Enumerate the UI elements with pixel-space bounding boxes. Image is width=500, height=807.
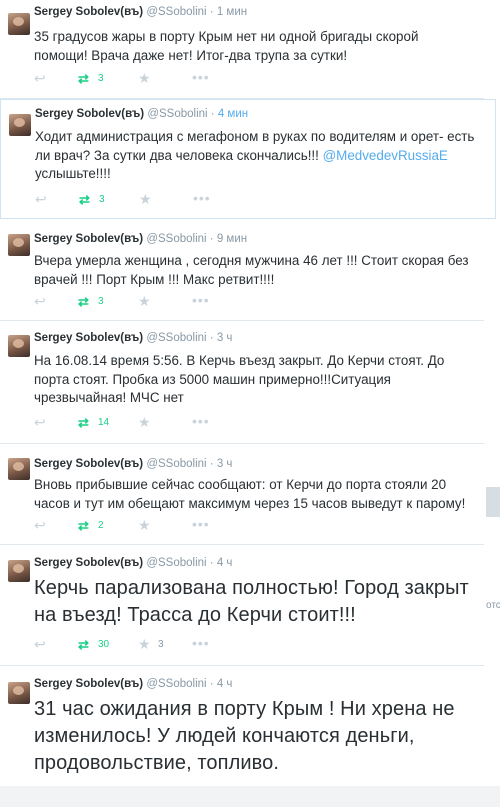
- tweet-text: Ходит администрация с мегафоном в руках …: [35, 128, 475, 184]
- tweet-header: Sergey Sobolev(въ) @SSobolini · 3 ч: [34, 458, 232, 470]
- avatar[interactable]: [8, 234, 30, 256]
- author-handle[interactable]: @SSobolini: [146, 6, 206, 18]
- more-icon[interactable]: •••: [192, 293, 210, 307]
- author-name[interactable]: Sergey Sobolev(въ): [34, 458, 143, 470]
- separator-dot: ·: [210, 108, 215, 120]
- reply-icon[interactable]: ↩: [34, 294, 48, 308]
- retweet-count: 2: [98, 520, 104, 531]
- tweet-text: Керчь парализована полностью! Город закр…: [34, 577, 469, 626]
- avatar[interactable]: [9, 114, 31, 136]
- star-icon[interactable]: ★: [139, 192, 152, 206]
- separator-dot: ·: [209, 6, 214, 18]
- timestamp[interactable]: 4 мин: [218, 108, 248, 120]
- reply-icon[interactable]: ↩: [34, 518, 48, 532]
- tweet-1[interactable]: Sergey Sobolev(въ) @SSobolini · 1 мин 35…: [0, 0, 484, 99]
- reply-icon[interactable]: ↩: [35, 192, 49, 206]
- author-name[interactable]: Sergey Sobolev(въ): [35, 108, 144, 120]
- tweet-text: Вновь прибывшие сейчас сообщают: от Керч…: [34, 477, 466, 511]
- bottom-strip: [0, 786, 500, 807]
- tweet-text: 31 час ожидания в порту Крым ! Ни хрена …: [34, 698, 455, 774]
- tweet-header: Sergey Sobolev(въ) @SSobolini · 9 мин: [34, 233, 247, 245]
- tweet-6[interactable]: Sergey Sobolev(въ) @SSobolini · 4 ч Керч…: [0, 545, 484, 666]
- more-icon[interactable]: •••: [192, 636, 210, 650]
- author-name[interactable]: Sergey Sobolev(въ): [34, 678, 143, 690]
- more-icon[interactable]: •••: [192, 414, 210, 428]
- separator-dot: ·: [209, 458, 214, 470]
- more-icon[interactable]: •••: [193, 191, 211, 205]
- retweet-count: 3: [98, 296, 104, 307]
- separator-dot: ·: [209, 332, 214, 344]
- tweet-text: Вчера умерла женщина , сегодня мужчина 4…: [34, 253, 469, 287]
- author-handle[interactable]: @SSobolini: [146, 233, 206, 245]
- mention-link[interactable]: @MedvedevRussiaE: [323, 148, 448, 163]
- tweet-text-part: услышьте!!!!: [35, 166, 111, 181]
- avatar[interactable]: [8, 458, 30, 480]
- tweet-header: Sergey Sobolev(въ) @SSobolini · 4 ч: [34, 678, 232, 690]
- author-name[interactable]: Sergey Sobolev(въ): [34, 233, 143, 245]
- star-icon[interactable]: ★: [138, 294, 151, 308]
- separator-dot: ·: [209, 233, 214, 245]
- retweet-count: 30: [98, 639, 110, 650]
- retweet-count: 3: [98, 73, 104, 84]
- star-icon[interactable]: ★: [138, 71, 151, 85]
- side-panel-edge: [486, 487, 500, 517]
- timestamp[interactable]: 4 ч: [217, 557, 233, 569]
- author-name[interactable]: Sergey Sobolev(въ): [34, 557, 143, 569]
- tweet-header: Sergey Sobolev(въ) @SSobolini · 3 ч: [34, 332, 232, 344]
- avatar[interactable]: [8, 13, 30, 35]
- author-handle[interactable]: @SSobolini: [147, 108, 207, 120]
- retweet-count: 14: [98, 417, 110, 428]
- tweet-text: На 16.08.14 время 5:56. В Керчь въезд за…: [34, 353, 445, 405]
- tweet-7[interactable]: Sergey Sobolev(въ) @SSobolini · 4 ч 31 ч…: [0, 666, 484, 786]
- timestamp[interactable]: 3 ч: [217, 332, 233, 344]
- reply-icon[interactable]: ↩: [34, 71, 48, 85]
- separator-dot: ·: [209, 557, 214, 569]
- author-handle[interactable]: @SSobolini: [146, 458, 206, 470]
- timestamp[interactable]: 3 ч: [217, 458, 233, 470]
- tweet-2[interactable]: Sergey Sobolev(въ) @SSobolini · 4 мин Хо…: [0, 99, 496, 219]
- star-icon[interactable]: ★: [138, 518, 151, 532]
- timestamp[interactable]: 9 мин: [217, 233, 247, 245]
- author-handle[interactable]: @SSobolini: [146, 332, 206, 344]
- more-icon[interactable]: •••: [192, 70, 210, 84]
- author-name[interactable]: Sergey Sobolev(въ): [34, 6, 143, 18]
- avatar[interactable]: [8, 560, 30, 582]
- author-handle[interactable]: @SSobolini: [146, 557, 206, 569]
- tweet-header: Sergey Sobolev(въ) @SSobolini · 1 мин: [34, 6, 247, 18]
- favorite-count: 3: [158, 639, 164, 650]
- reply-icon[interactable]: ↩: [34, 415, 48, 429]
- more-icon[interactable]: •••: [192, 517, 210, 531]
- tweet-4[interactable]: Sergey Sobolev(въ) @SSobolini · 3 ч На 1…: [0, 321, 484, 444]
- retweet-icon[interactable]: ⇄: [78, 519, 89, 532]
- retweet-icon[interactable]: ⇄: [78, 638, 89, 651]
- timestamp[interactable]: 4 ч: [217, 678, 233, 690]
- tweet-header: Sergey Sobolev(въ) @SSobolini · 4 мин: [35, 108, 248, 120]
- avatar[interactable]: [8, 335, 30, 357]
- tweet-header: Sergey Sobolev(въ) @SSobolini · 4 ч: [34, 557, 232, 569]
- retweet-icon[interactable]: ⇄: [78, 295, 89, 308]
- tweet-text: 35 градусов жары в порту Крым нет ни одн…: [34, 29, 419, 63]
- retweet-icon[interactable]: ⇄: [79, 193, 90, 206]
- star-icon[interactable]: ★: [138, 415, 151, 429]
- author-handle[interactable]: @SSobolini: [146, 678, 206, 690]
- retweet-icon[interactable]: ⇄: [78, 416, 89, 429]
- retweet-count: 3: [99, 194, 105, 205]
- tweet-3[interactable]: Sergey Sobolev(въ) @SSobolini · 9 мин Вч…: [0, 224, 484, 321]
- reply-icon[interactable]: ↩: [34, 637, 48, 651]
- side-panel-text: отс: [486, 600, 500, 611]
- timestamp[interactable]: 1 мин: [217, 6, 247, 18]
- avatar[interactable]: [8, 682, 30, 704]
- tweet-5[interactable]: Sergey Sobolev(въ) @SSobolini · 3 ч Внов…: [0, 444, 484, 545]
- separator-dot: ·: [209, 678, 214, 690]
- retweet-icon[interactable]: ⇄: [78, 72, 89, 85]
- star-icon[interactable]: ★: [138, 637, 151, 651]
- author-name[interactable]: Sergey Sobolev(въ): [34, 332, 143, 344]
